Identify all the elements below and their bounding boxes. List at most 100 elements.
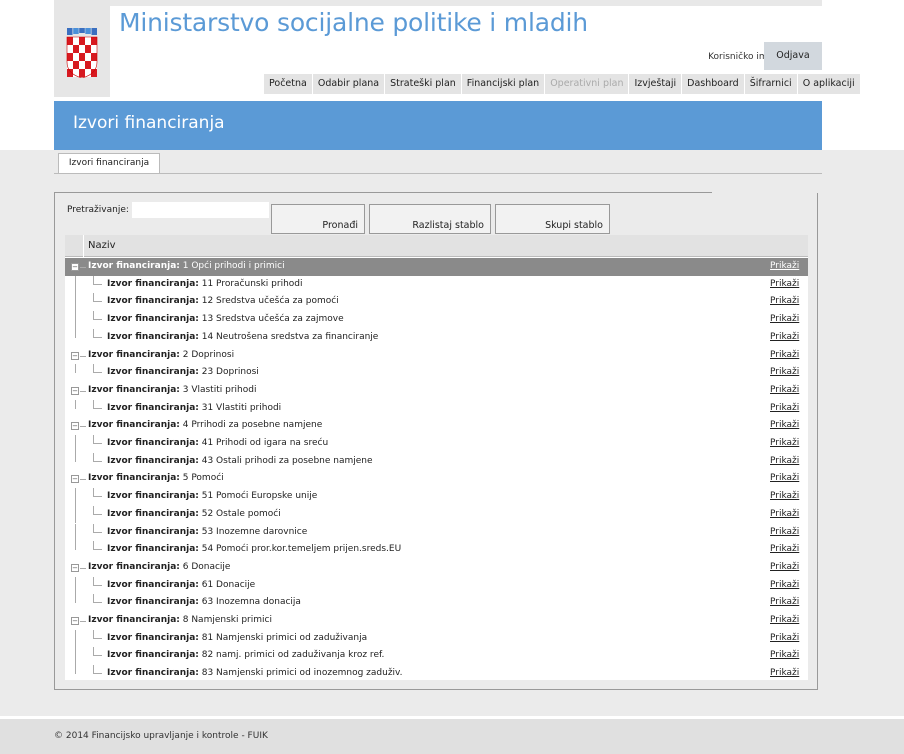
tree-row[interactable]: − Izvor financiranja: 5 Pomoći Prikaži	[65, 470, 808, 488]
collapse-tree-button[interactable]: Skupi stablo	[495, 204, 610, 234]
tree-row-label: Izvor financiranja: 11 Proračunski priho…	[107, 276, 303, 294]
show-link[interactable]: Prikaži	[770, 541, 799, 559]
logout-button[interactable]: Odjava	[764, 42, 822, 70]
tree-row-label: Izvor financiranja: 52 Ostale pomoći	[107, 506, 281, 524]
tree-connector	[80, 567, 86, 569]
tree-elbow	[93, 293, 102, 303]
tree-row[interactable]: Izvor financiranja: 11 Proračunski priho…	[65, 275, 808, 294]
expand-tree-button[interactable]: Razlistaj stablo	[369, 204, 491, 234]
show-link[interactable]: Prikaži	[770, 435, 799, 453]
tree-row[interactable]: Izvor financiranja: 23 Doprinosi Prikaži	[65, 364, 808, 382]
collapse-toggle-icon[interactable]: −	[71, 351, 79, 360]
tree-row[interactable]: Izvor financiranja: 82 namj. primici od …	[65, 647, 808, 666]
tree-row[interactable]: − Izvor financiranja: 6 Donacije Prikaži	[65, 559, 808, 577]
find-button[interactable]: Pronađi	[271, 204, 365, 234]
nav-item-0[interactable]: Početna	[264, 74, 313, 94]
tree-row-text: 83 Namjenski primici od inozemnog zaduži…	[198, 668, 403, 679]
grid-header-name[interactable]: Naziv	[88, 240, 116, 251]
show-link[interactable]: Prikaži	[770, 559, 799, 577]
tree-connector	[75, 629, 76, 648]
nav-item-6[interactable]: Dashboard	[682, 74, 745, 94]
tree-row[interactable]: − Izvor financiranja: 1 Opći prihodi i pr…	[65, 258, 808, 276]
tree-row[interactable]: Izvor financiranja: 61 Donacije Prikaži	[65, 576, 808, 595]
tree-connector	[75, 594, 76, 604]
show-link[interactable]: Prikaži	[770, 470, 799, 488]
tree-row-label: Izvor financiranja: 23 Doprinosi	[107, 364, 259, 382]
collapse-toggle-icon[interactable]: −	[71, 263, 79, 271]
tree-row-label: Izvor financiranja: 4 Prrihodi za posebn…	[88, 417, 322, 435]
tree-row[interactable]: Izvor financiranja: 43 Ostali prihodi za…	[65, 452, 808, 471]
show-link[interactable]: Prikaži	[770, 347, 799, 365]
tree-connector	[75, 576, 76, 595]
tree-elbow	[93, 541, 102, 551]
tree-row-label: Izvor financiranja: 14 Neutrošena sredst…	[107, 329, 378, 347]
nav-item-5[interactable]: Izvještaji	[629, 74, 683, 94]
tree-row[interactable]: − Izvor financiranja: 2 Doprinosi Prikaži	[65, 347, 808, 365]
show-link[interactable]: Prikaži	[770, 276, 799, 294]
show-link[interactable]: Prikaži	[770, 577, 799, 595]
show-link[interactable]: Prikaži	[770, 630, 799, 648]
tree-row-prefix: Izvor financiranja:	[107, 597, 199, 608]
nav-item-3[interactable]: Financijski plan	[462, 74, 546, 94]
tree-row[interactable]: Izvor financiranja: 83 Namjenski primici…	[65, 665, 808, 680]
nav-item-7[interactable]: Šifrarnici	[745, 74, 798, 94]
tree-row-text: 41 Prihodi od igara na sreću	[198, 438, 329, 448]
tree-elbow	[93, 576, 102, 586]
tree-row[interactable]: Izvor financiranja: 52 Ostale pomoći Prik…	[65, 505, 808, 524]
nav-item-1[interactable]: Odabir plana	[313, 74, 386, 94]
collapse-toggle-icon[interactable]: −	[71, 563, 79, 572]
show-link[interactable]: Prikaži	[770, 453, 799, 471]
show-link[interactable]: Prikaži	[770, 594, 799, 612]
collapse-toggle-icon[interactable]: −	[71, 422, 79, 431]
tree-connector	[80, 426, 86, 428]
tree-row[interactable]: Izvor financiranja: 13 Sredstva učešća z…	[65, 311, 808, 329]
grid-header-toggle-cell	[65, 235, 84, 257]
tree-row-text: 4 Prrihodi za posebne namjene	[179, 420, 323, 431]
show-link[interactable]: Prikaži	[770, 524, 799, 542]
tree-row-label: Izvor financiranja: 1 Opći prihodi i pri…	[88, 258, 285, 276]
collapse-toggle-icon[interactable]: −	[71, 386, 79, 395]
tree-row-label: Izvor financiranja: 13 Sredstva učešća z…	[107, 311, 344, 329]
show-link[interactable]: Prikaži	[770, 612, 799, 630]
tree-row-label: Izvor financiranja: 83 Namjenski primici…	[107, 665, 403, 680]
show-link[interactable]: Prikaži	[770, 329, 799, 347]
show-link[interactable]: Prikaži	[770, 488, 799, 506]
tree-row[interactable]: − Izvor financiranja: 3 Vlastiti prihodi P…	[65, 382, 808, 400]
show-link[interactable]: Prikaži	[770, 311, 799, 329]
tree-row-prefix: Izvor financiranja:	[107, 402, 199, 413]
tree-row[interactable]: Izvor financiranja: 41 Prihodi od igara …	[65, 435, 808, 453]
show-link[interactable]: Prikaži	[770, 647, 799, 665]
tree-row[interactable]: Izvor financiranja: 12 Sredstva učešća z…	[65, 293, 808, 312]
tree-row-prefix: Izvor financiranja:	[107, 278, 199, 289]
collapse-toggle-icon[interactable]: −	[71, 475, 79, 484]
tree-row[interactable]: Izvor financiranja: 81 Namjenski primici…	[65, 629, 808, 648]
tree-row-prefix: Izvor financiranja:	[88, 349, 180, 360]
tree-row-prefix: Izvor financiranja:	[107, 650, 199, 661]
tree-row-label: Izvor financiranja: 82 namj. primici od …	[107, 647, 384, 665]
tree-row[interactable]: Izvor financiranja: 54 Pomoći pror.kor.t…	[65, 541, 808, 559]
show-link[interactable]: Prikaži	[770, 417, 799, 435]
show-link[interactable]: Prikaži	[770, 382, 799, 400]
tree-row[interactable]: Izvor financiranja: 63 Inozemna donacija…	[65, 594, 808, 612]
tree-row[interactable]: Izvor financiranja: 53 Inozemne darovnic…	[65, 523, 808, 542]
tree-row[interactable]: Izvor financiranja: 51 Pomoći Europske u…	[65, 488, 808, 506]
collapse-toggle-icon[interactable]: −	[71, 617, 79, 625]
search-input[interactable]	[132, 202, 269, 218]
show-link[interactable]: Prikaži	[770, 506, 799, 524]
tree-row[interactable]: Izvor financiranja: 14 Neutrošena sredst…	[65, 328, 808, 347]
nav-item-8[interactable]: O aplikaciji	[798, 74, 861, 94]
tree-row[interactable]: − Izvor financiranja: 4 Prrihodi za poseb…	[65, 417, 808, 435]
tree-row-prefix: Izvor financiranja:	[88, 384, 180, 395]
show-link[interactable]: Prikaži	[770, 665, 799, 680]
show-link[interactable]: Prikaži	[770, 293, 799, 311]
tree-row[interactable]: − Izvor financiranja: 8 Namjenski primici…	[65, 612, 808, 630]
tree-connector	[75, 328, 76, 338]
show-link[interactable]: Prikaži	[770, 400, 799, 418]
tree-row[interactable]: Izvor financiranja: 31 Vlastiti prihodi P…	[65, 399, 808, 418]
search-label: Pretraživanje:	[67, 205, 129, 215]
show-link[interactable]: Prikaži	[770, 364, 799, 382]
show-link[interactable]: Prikaži	[770, 258, 799, 276]
tab-izvori-financiranja[interactable]: Izvori financiranja	[58, 153, 160, 173]
nav-item-2[interactable]: Strateški plan	[385, 74, 462, 94]
tree-connector	[75, 275, 76, 294]
